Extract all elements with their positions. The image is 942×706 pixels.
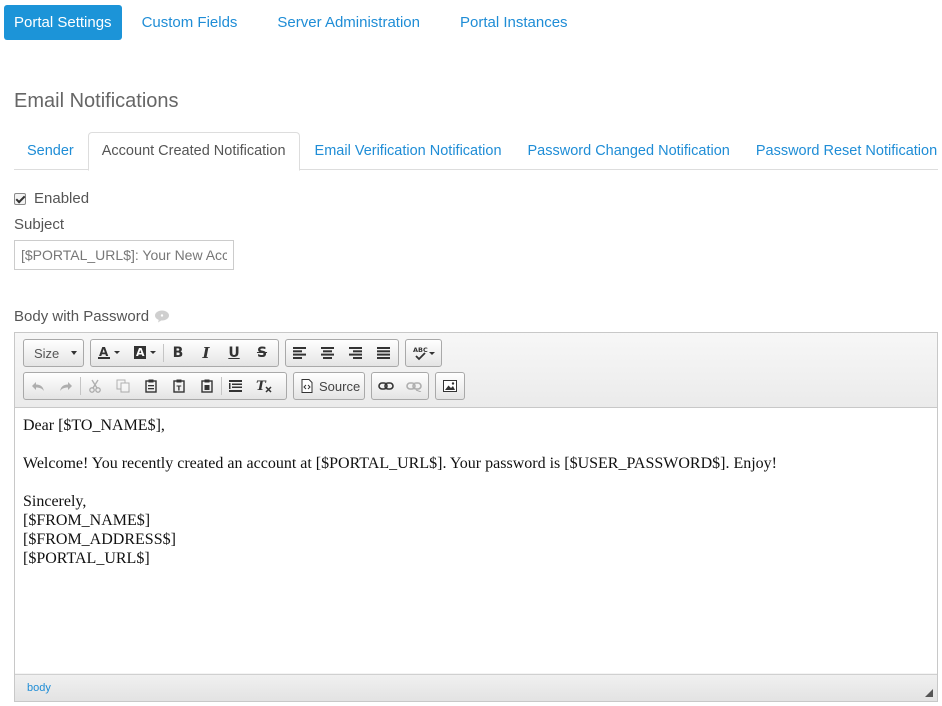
align-left-icon — [293, 347, 306, 359]
link-group — [371, 372, 429, 400]
paste-word-icon — [201, 379, 213, 393]
italic-icon: I — [202, 344, 210, 362]
link-icon — [378, 382, 394, 390]
image-group — [435, 372, 465, 400]
align-center-button[interactable] — [314, 340, 342, 366]
bold-button[interactable]: B — [164, 340, 192, 366]
enabled-label[interactable]: Enabled — [34, 190, 89, 207]
svg-text:A: A — [136, 346, 145, 359]
bold-icon: B — [172, 345, 184, 361]
background-color-button[interactable]: A — [127, 340, 163, 366]
align-center-icon — [321, 347, 334, 359]
cut-icon — [89, 379, 101, 393]
svg-text:A: A — [99, 345, 109, 359]
chevron-down-icon — [71, 351, 77, 355]
align-group — [285, 339, 399, 367]
underline-icon: U — [228, 345, 240, 361]
enabled-checkbox[interactable] — [14, 192, 26, 205]
element-path-body[interactable]: body — [27, 682, 51, 694]
source-group: Source — [293, 372, 365, 400]
source-icon — [301, 379, 313, 393]
paste-icon — [145, 379, 157, 393]
tab-account-created[interactable]: Account Created Notification — [87, 132, 300, 171]
format-group: A A B I U S — [90, 339, 279, 367]
enabled-row: Enabled — [14, 190, 89, 207]
size-group: Size — [23, 339, 84, 367]
redo-button[interactable] — [52, 373, 80, 399]
content-line: Dear [$TO_NAME$], — [23, 417, 165, 434]
background-color-icon: A — [134, 346, 156, 359]
strikethrough-button[interactable]: S — [248, 340, 276, 366]
subject-label: Subject — [14, 216, 65, 233]
text-color-button[interactable]: A — [91, 340, 127, 366]
undo-icon — [32, 382, 44, 391]
help-icon[interactable] — [154, 310, 170, 323]
justify-button[interactable] — [370, 340, 398, 366]
paste-word-button[interactable] — [193, 373, 221, 399]
svg-text:ABC: ABC — [413, 346, 428, 354]
align-left-button[interactable] — [286, 340, 314, 366]
editor-statusbar: body — [15, 674, 937, 701]
align-right-icon — [349, 347, 362, 359]
clipboard-group: T T — [23, 372, 287, 400]
svg-text:T: T — [256, 379, 267, 393]
body-label: Body with Password — [14, 308, 150, 325]
tab-password-changed[interactable]: Password Changed Notification — [515, 132, 743, 170]
paste-text-icon: T — [173, 379, 185, 393]
justify-icon — [377, 347, 390, 359]
underline-button[interactable]: U — [220, 340, 248, 366]
link-button[interactable] — [372, 373, 400, 399]
paste-button[interactable] — [137, 373, 165, 399]
content-line: Sincerely, — [23, 493, 87, 510]
top-nav: Portal Settings Custom Fields Server Adm… — [4, 5, 588, 40]
block-quote-icon — [229, 380, 242, 392]
copy-icon — [116, 379, 130, 393]
spellcheck-button[interactable]: ABC — [406, 340, 441, 366]
tab-sender[interactable]: Sender — [14, 132, 87, 170]
nav-custom-fields[interactable]: Custom Fields — [132, 5, 248, 40]
section-title: Email Notifications — [14, 90, 179, 112]
spellcheck-group: ABC — [405, 339, 442, 367]
redo-icon — [60, 382, 72, 391]
text-color-icon: A — [98, 345, 120, 359]
editor-toolbar: Size A A B I U S ABC T T Source — [15, 333, 937, 408]
italic-button[interactable]: I — [192, 340, 220, 366]
body-label-row: Body with Password — [14, 308, 170, 325]
unlink-button[interactable] — [400, 373, 428, 399]
block-quote-button[interactable] — [222, 373, 250, 399]
paste-text-button[interactable]: T — [165, 373, 193, 399]
source-button[interactable]: Source — [294, 373, 367, 399]
source-label: Source — [319, 378, 361, 394]
content-line: Welcome! You recently created an account… — [23, 455, 778, 472]
subject-input[interactable] — [14, 240, 234, 270]
notification-tabs: Sender Account Created Notification Emai… — [14, 132, 938, 171]
unlink-icon — [406, 382, 422, 392]
tab-email-verification[interactable]: Email Verification Notification — [302, 132, 515, 170]
font-size-select[interactable]: Size — [24, 340, 83, 366]
align-right-button[interactable] — [342, 340, 370, 366]
image-icon — [443, 380, 457, 392]
svg-text:T: T — [177, 385, 182, 393]
copy-button[interactable] — [109, 373, 137, 399]
content-line: [$FROM_ADDRESS$] — [23, 531, 176, 548]
strikethrough-icon: S — [256, 345, 268, 361]
remove-format-icon: T — [256, 379, 272, 393]
editor-content[interactable]: Dear [$TO_NAME$], Welcome! You recently … — [15, 408, 937, 673]
nav-portal-instances[interactable]: Portal Instances — [450, 5, 578, 40]
rich-text-editor: Size A A B I U S ABC T T Source Dear [$T… — [14, 332, 938, 702]
content-line: [$FROM_NAME$] — [23, 512, 151, 529]
nav-server-administration[interactable]: Server Administration — [267, 5, 430, 40]
undo-button[interactable] — [24, 373, 52, 399]
content-line: [$PORTAL_URL$] — [23, 550, 150, 567]
tab-password-reset[interactable]: Password Reset Notification — [743, 132, 942, 170]
resize-handle-icon[interactable] — [925, 689, 933, 697]
remove-format-button[interactable]: T — [250, 373, 278, 399]
font-size-label: Size — [34, 345, 60, 361]
image-button[interactable] — [436, 373, 464, 399]
nav-portal-settings[interactable]: Portal Settings — [4, 5, 122, 40]
cut-button[interactable] — [81, 373, 109, 399]
spellcheck-icon: ABC — [413, 346, 435, 361]
